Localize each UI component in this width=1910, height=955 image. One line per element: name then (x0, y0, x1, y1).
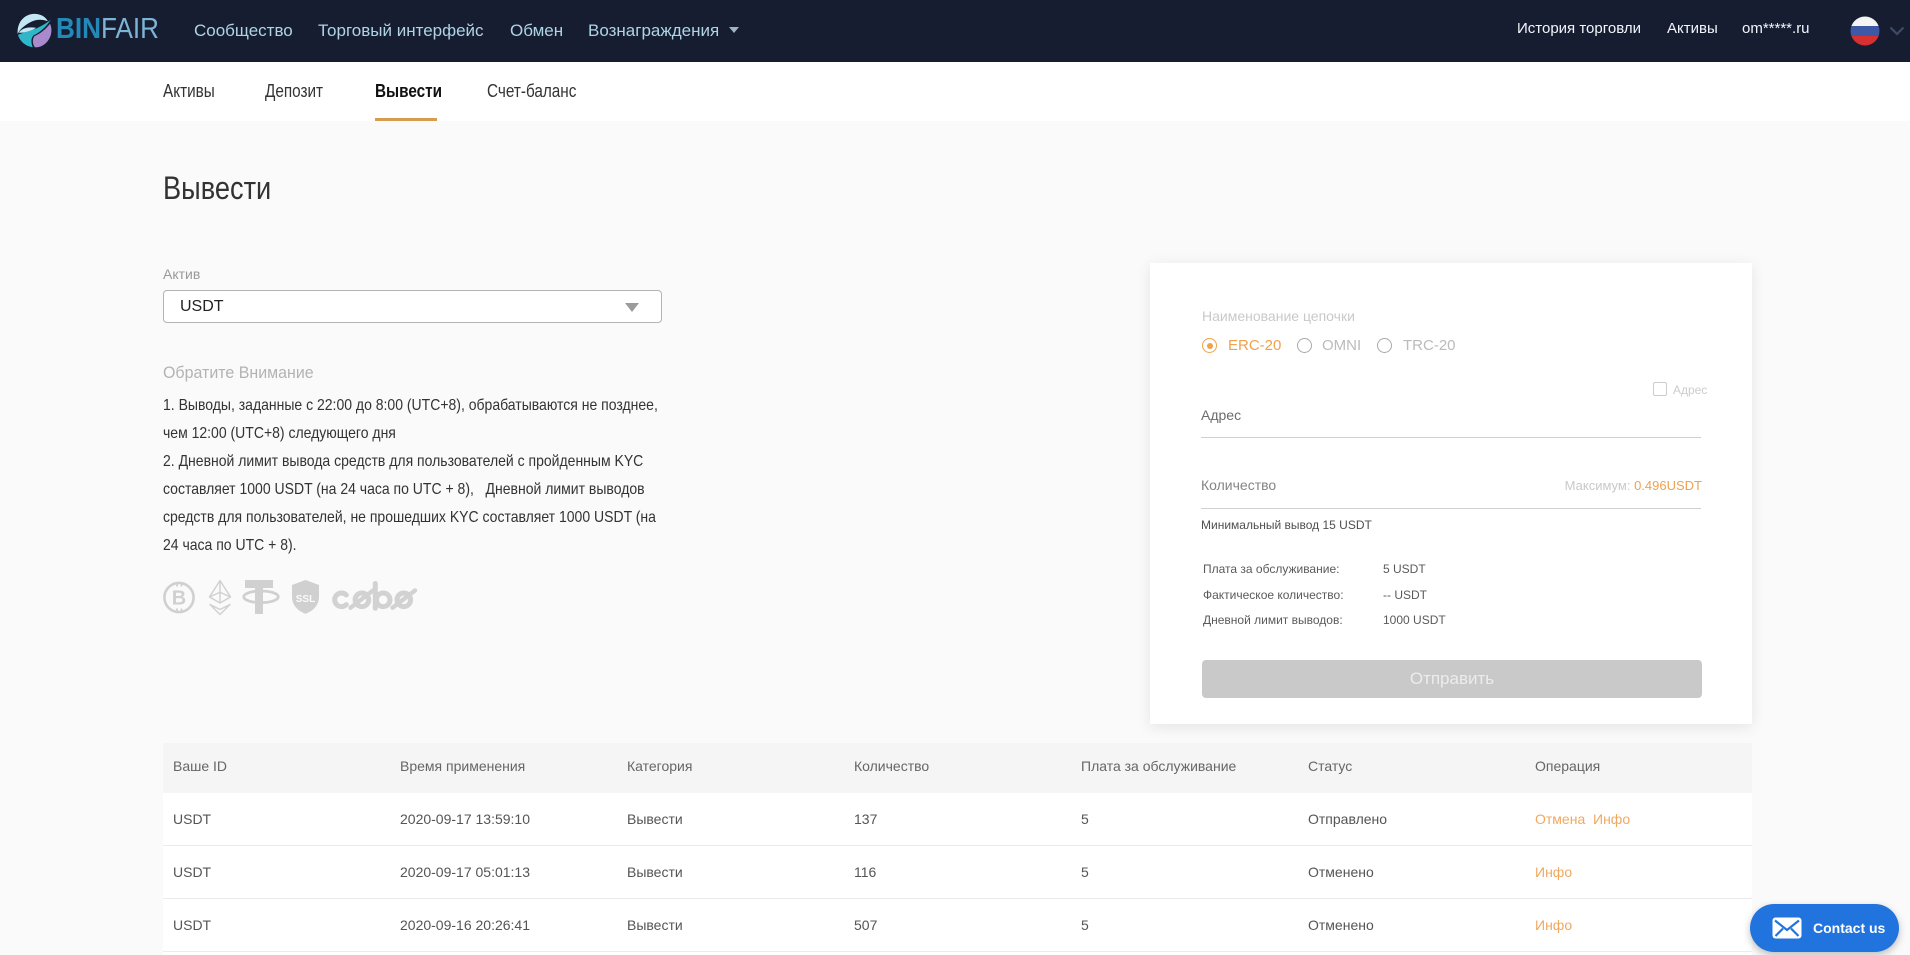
svg-text:B: B (172, 588, 186, 610)
svg-text:SSL: SSL (296, 594, 315, 605)
